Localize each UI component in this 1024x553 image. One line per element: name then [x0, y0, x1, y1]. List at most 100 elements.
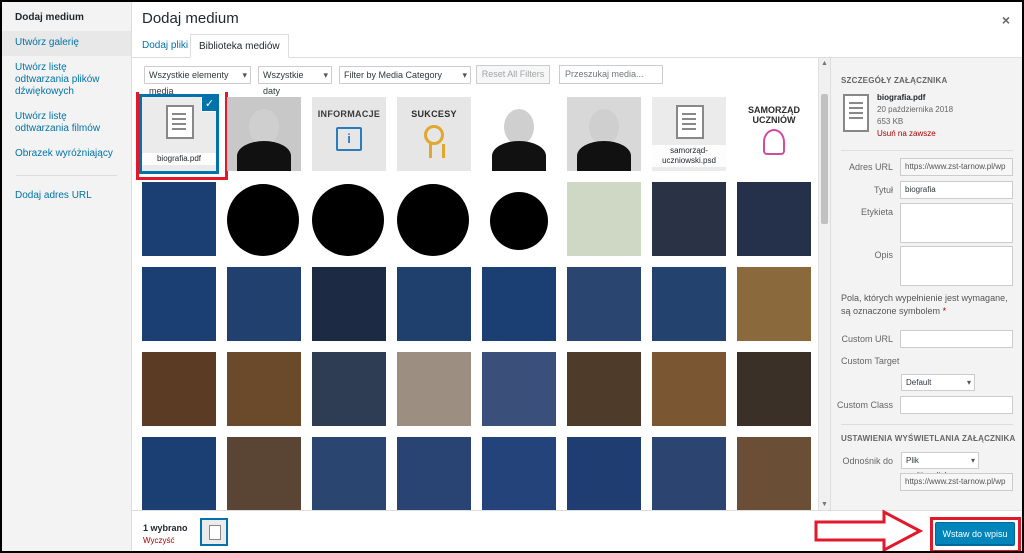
attachment-tile[interactable] — [227, 352, 301, 426]
menu-item-insert-from-url[interactable]: Dodaj adres URL — [2, 184, 131, 209]
annotation-arrow-icon — [814, 509, 924, 551]
url-field[interactable]: https://www.zst-tarnow.pl/wp — [900, 158, 1013, 176]
attachment-tile[interactable] — [142, 437, 216, 510]
attachment-tile[interactable] — [397, 437, 471, 510]
document-icon — [209, 525, 221, 540]
settings-divider — [841, 424, 1013, 425]
attachment-tile[interactable] — [567, 437, 641, 510]
attachment-tile[interactable]: INFORMACJE i — [312, 97, 386, 171]
attachment-tile[interactable] — [567, 182, 641, 256]
attachment-tile[interactable] — [142, 352, 216, 426]
attachment-tile[interactable] — [312, 352, 386, 426]
details-heading: SZCZEGÓŁY ZAŁĄCZNIKA — [841, 76, 948, 85]
description-field[interactable] — [900, 246, 1013, 286]
required-note-text: Pola, których wypełnienie jest wymagane,… — [841, 293, 1008, 316]
attachment-tile[interactable] — [142, 267, 216, 341]
close-icon[interactable]: × — [1002, 12, 1010, 28]
filter-date-select[interactable]: Wszystkie daty — [258, 66, 332, 96]
attachment-tile[interactable] — [652, 182, 726, 256]
tab-media-library[interactable]: Biblioteka mediów — [190, 34, 289, 58]
black-circle-image — [397, 184, 469, 256]
portrait-body-shape — [237, 141, 291, 171]
black-circle-image — [312, 184, 384, 256]
link-to-label: Odnośnik do — [842, 456, 893, 466]
filter-type-select[interactable]: Wszystkie elementy media — [144, 66, 251, 96]
tile-label: SAMORZĄD UCZNIÓW — [748, 105, 800, 125]
media-footer: 1 wybrano Wyczyść Wstaw do wpisu — [132, 509, 1022, 551]
link-url-field[interactable]: https://www.zst-tarnow.pl/wp — [900, 473, 1013, 491]
caption-label: Etykieta — [860, 207, 893, 217]
attachment-tile[interactable] — [227, 182, 301, 256]
medal-icon — [424, 125, 445, 158]
required-star: * — [942, 306, 947, 316]
menu-item-featured-image[interactable]: Obrazek wyróżniający — [2, 142, 131, 167]
attachment-tile[interactable] — [482, 267, 556, 341]
scroll-down-icon[interactable]: ▼ — [821, 501, 828, 508]
document-icon — [843, 94, 869, 132]
black-circle-image — [490, 192, 548, 250]
delete-permanently-link[interactable]: Usuń na zawsze — [877, 128, 953, 140]
attachment-filename: samorząd-uczniowski.psd — [652, 145, 726, 167]
portrait-body-shape — [577, 141, 631, 171]
attachment-tile[interactable] — [652, 437, 726, 510]
menu-item-add-media[interactable]: Dodaj medium — [2, 2, 131, 31]
grid-scrollbar[interactable]: ▲ ▼ — [818, 58, 830, 510]
filter-category-select[interactable]: Filter by Media Category — [339, 66, 471, 84]
attachment-tile[interactable]: biografia.pdf ✓ — [139, 94, 219, 174]
custom-url-field[interactable] — [900, 330, 1013, 348]
attachment-tile[interactable] — [482, 437, 556, 510]
attachment-tile[interactable]: SAMORZĄD UCZNIÓW — [737, 97, 811, 171]
attachment-tile[interactable] — [737, 267, 811, 341]
attachment-tile[interactable]: SUKCESY — [397, 97, 471, 171]
attachment-tile[interactable] — [142, 182, 216, 256]
attachment-tile[interactable] — [652, 267, 726, 341]
menu-item-video-playlist[interactable]: Utwórz listę odtwarzania filmów — [2, 105, 131, 142]
attachment-tile[interactable] — [652, 352, 726, 426]
custom-class-field[interactable] — [900, 396, 1013, 414]
attachment-details-sidebar: SZCZEGÓŁY ZAŁĄCZNIKA biografia.pdf 20 pa… — [830, 58, 1022, 510]
attachment-tile[interactable] — [567, 352, 641, 426]
attachment-tile[interactable] — [312, 267, 386, 341]
attachment-tile[interactable] — [397, 352, 471, 426]
menu-item-create-gallery[interactable]: Utwórz galerię — [2, 31, 131, 56]
selected-attachment-thumb[interactable] — [200, 518, 228, 546]
attachments-grid: biografia.pdf ✓ INFORMACJE i SUKCESY sam… — [132, 92, 818, 510]
attachment-tile[interactable] — [312, 437, 386, 510]
reset-filters-button[interactable]: Reset All Filters — [476, 65, 550, 84]
clear-selection-link[interactable]: Wyczyść — [143, 536, 174, 545]
attachment-tile[interactable] — [227, 267, 301, 341]
title-label: Tytuł — [873, 185, 893, 195]
attachment-tile[interactable] — [737, 182, 811, 256]
search-input[interactable]: Przeszukaj media... — [559, 65, 663, 84]
tab-upload-files[interactable]: Dodaj pliki — [134, 34, 196, 58]
attachment-tile[interactable] — [397, 182, 471, 256]
details-info: biografia.pdf 20 października 2018 653 K… — [877, 92, 953, 140]
menu-item-audio-playlist[interactable]: Utwórz listę odtwarzania plików dźwiękow… — [2, 56, 131, 105]
link-to-select[interactable]: Plik multimedialny — [901, 452, 979, 480]
checkmark-icon[interactable]: ✓ — [201, 97, 216, 112]
media-menu: Dodaj medium Utwórz galerię Utwórz listę… — [2, 2, 132, 551]
attachment-tile[interactable]: samorząd-uczniowski.psd — [652, 97, 726, 171]
info-icon: i — [336, 127, 362, 151]
details-filename: biografia.pdf — [877, 93, 926, 102]
scroll-up-icon[interactable]: ▲ — [821, 60, 828, 67]
attachment-tile[interactable] — [227, 437, 301, 510]
attachment-tile[interactable] — [482, 352, 556, 426]
attachment-tile[interactable] — [227, 97, 301, 171]
insert-into-post-button[interactable]: Wstaw do wpisu — [935, 522, 1015, 546]
scrollbar-thumb[interactable] — [821, 94, 828, 224]
attachment-tile[interactable] — [312, 182, 386, 256]
details-thumbnail — [841, 94, 871, 134]
attachment-tile[interactable] — [737, 352, 811, 426]
attachment-tile[interactable] — [567, 267, 641, 341]
attachment-tile[interactable] — [567, 97, 641, 171]
attachment-tile[interactable] — [737, 437, 811, 510]
menu-separator — [16, 175, 117, 176]
attachment-tile[interactable] — [482, 182, 556, 256]
caption-field[interactable] — [900, 203, 1013, 243]
custom-target-select[interactable]: Default — [901, 374, 975, 391]
details-divider — [841, 150, 1013, 151]
attachment-tile[interactable] — [482, 97, 556, 171]
attachment-tile[interactable] — [397, 267, 471, 341]
title-field[interactable]: biografia — [900, 181, 1013, 199]
